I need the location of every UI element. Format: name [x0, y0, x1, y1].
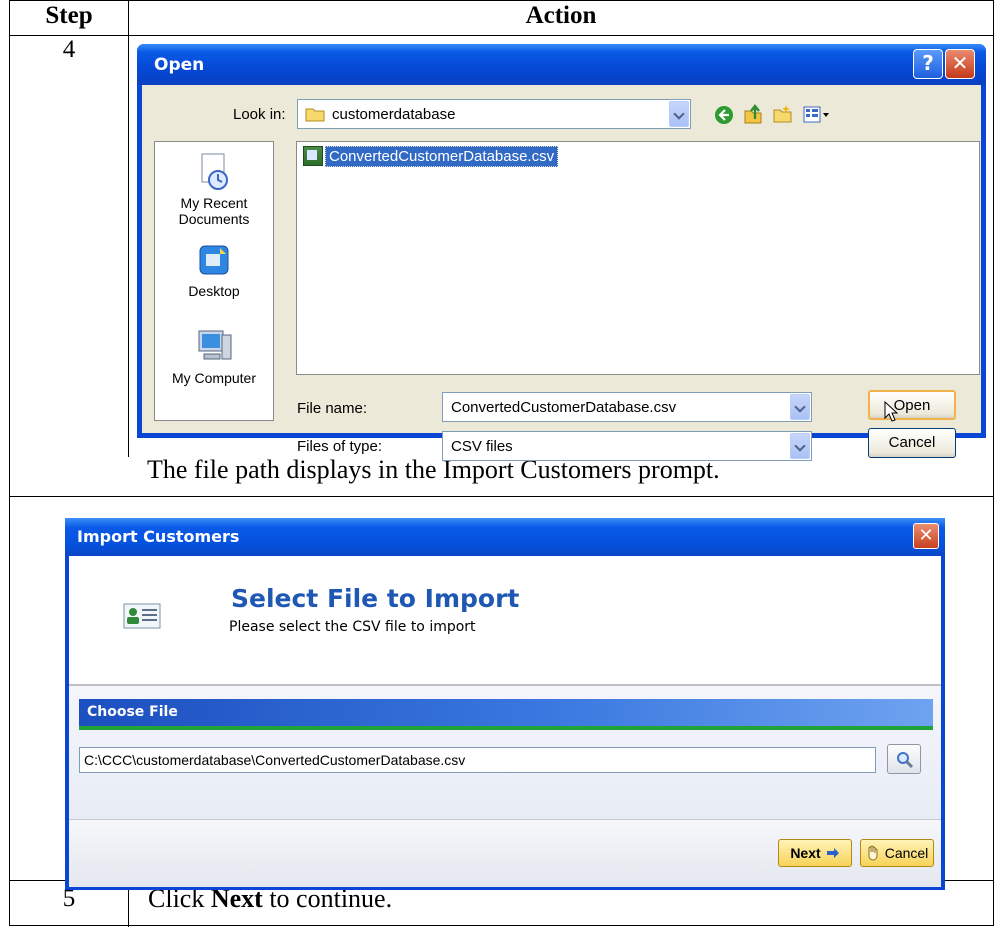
- row-divider: [10, 35, 993, 36]
- places-label: Desktop: [188, 283, 240, 299]
- chevron-down-icon[interactable]: [790, 394, 810, 420]
- look-in-combo[interactable]: customerdatabase: [297, 99, 691, 129]
- page-subtitle: Please select the CSV file to import: [229, 619, 476, 635]
- up-folder-icon[interactable]: [742, 103, 764, 125]
- desktop-icon: [199, 245, 229, 275]
- step-number: 4: [62, 36, 76, 63]
- import-close-button[interactable]: ✕: [913, 523, 939, 549]
- file-name-field[interactable]: ConvertedCustomerDatabase.csv: [442, 392, 812, 422]
- file-name-label: File name:: [297, 400, 368, 417]
- help-button[interactable]: ?: [913, 49, 943, 79]
- import-dialog-body: Select File to Import Please select the …: [69, 556, 941, 887]
- places-label: My Computer: [171, 370, 257, 386]
- look-in-value: customerdatabase: [332, 106, 456, 123]
- file-path-input[interactable]: C:\CCC\customerdatabase\ConvertedCustome…: [79, 747, 876, 773]
- file-item-name: ConvertedCustomerDatabase.csv: [325, 145, 559, 167]
- look-in-label: Look in:: [233, 106, 286, 123]
- open-button[interactable]: Open: [868, 390, 956, 420]
- open-dialog-title: Open: [154, 55, 205, 75]
- places-item-desktop[interactable]: Desktop: [155, 242, 273, 299]
- section-underline: [79, 726, 933, 730]
- row-divider: [10, 496, 993, 497]
- chevron-down-icon[interactable]: [790, 433, 810, 459]
- recent-documents-icon: [201, 153, 228, 190]
- file-item[interactable]: ConvertedCustomerDatabase.csv: [303, 145, 559, 167]
- file-type-value: CSV files: [451, 438, 513, 455]
- import-footer: Next Cancel: [69, 819, 941, 887]
- import-customers-dialog: Import Customers ✕ Select File to Import…: [65, 518, 945, 890]
- places-item-recent[interactable]: My Recent Documents: [155, 152, 273, 227]
- folder-icon: [305, 108, 325, 122]
- import-header: Select File to Import Please select the …: [69, 556, 941, 684]
- file-name-value: ConvertedCustomerDatabase.csv: [451, 399, 677, 416]
- import-dialog-title: Import Customers: [77, 527, 240, 546]
- places-bar: My Recent Documents Desktop My Computer: [154, 141, 274, 421]
- file-list[interactable]: ConvertedCustomerDatabase.csv: [296, 141, 980, 375]
- open-dialog-body: Look in: customerdatabase My Recent Docu…: [142, 85, 981, 461]
- back-icon[interactable]: [714, 105, 734, 125]
- places-item-computer[interactable]: My Computer: [155, 327, 273, 386]
- choose-file-section: Choose File C:\CCC\customerdatabase\Conv…: [69, 686, 941, 819]
- places-label: My Recent: [180, 195, 248, 211]
- header-step: Step: [45, 2, 93, 29]
- cursor-icon: [884, 401, 899, 422]
- file-type-select[interactable]: CSV files: [442, 431, 812, 461]
- browse-button[interactable]: [887, 744, 921, 774]
- places-label: Documents: [178, 211, 250, 227]
- header-action: Action: [525, 2, 597, 29]
- my-computer-icon: [198, 330, 232, 360]
- chevron-down-icon[interactable]: [669, 101, 689, 127]
- next-button[interactable]: Next: [778, 839, 852, 867]
- magnifier-icon: [897, 752, 914, 769]
- column-divider: [128, 1, 129, 457]
- import-dialog-titlebar[interactable]: Import Customers ✕: [65, 518, 945, 556]
- views-menu-icon[interactable]: [803, 106, 831, 124]
- arrow-right-icon: [826, 848, 839, 858]
- hand-icon: [868, 845, 878, 861]
- section-label: Choose File: [87, 704, 178, 720]
- open-dialog-titlebar[interactable]: Open ? ✕: [137, 44, 986, 85]
- file-type-label: Files of type:: [297, 438, 383, 455]
- file-path-value: C:\CCC\customerdatabase\ConvertedCustome…: [84, 752, 466, 768]
- open-dialog: Open ? ✕ Look in: customerdatabase My Re…: [137, 44, 986, 461]
- close-button[interactable]: ✕: [945, 49, 975, 79]
- csv-file-icon: [303, 146, 323, 166]
- cancel-import-button[interactable]: Cancel: [860, 839, 934, 867]
- page-title: Select File to Import: [231, 584, 520, 613]
- cancel-button[interactable]: Cancel: [868, 428, 956, 458]
- contact-card-icon: [123, 603, 161, 629]
- section-header: Choose File: [79, 699, 933, 726]
- new-folder-icon[interactable]: [772, 104, 794, 124]
